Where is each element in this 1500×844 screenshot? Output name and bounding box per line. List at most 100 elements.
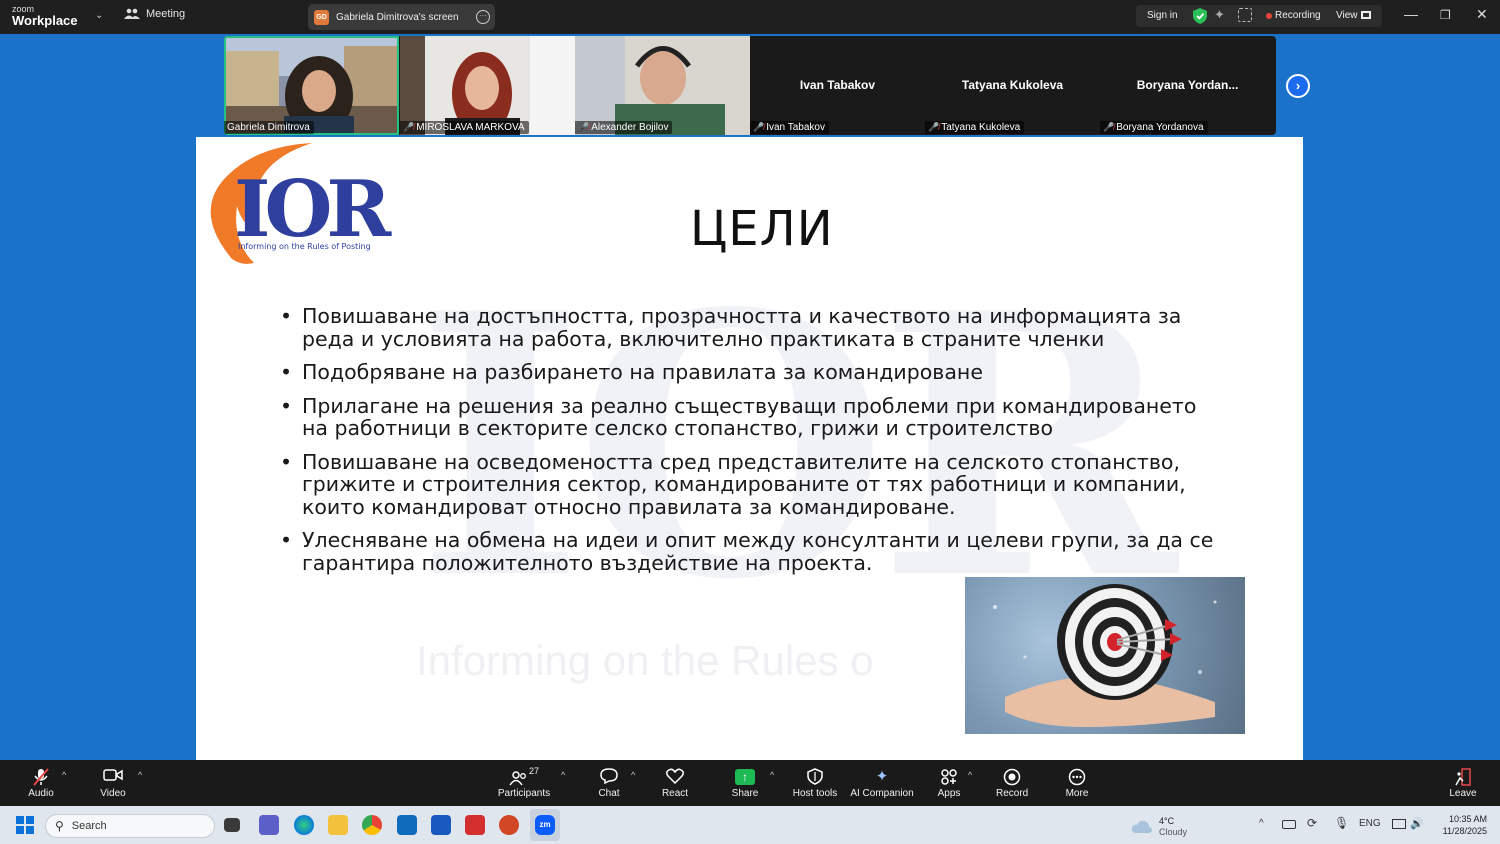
participant-name: 🎤̸ Boryana Yordanova (1100, 121, 1208, 134)
presenter-avatar: GD (314, 9, 329, 25)
more-options-icon[interactable]: ··· (476, 10, 490, 24)
video-tile-boryana[interactable]: Boryana Yordan... 🎤̸ Boryana Yordanova (1100, 36, 1275, 135)
system-clock[interactable]: 10:35 AM 11/28/2025 (1433, 813, 1487, 837)
screen-share-indicator[interactable]: GD Gabriela Dimitrova's screen ··· (308, 4, 495, 30)
chat-options-caret[interactable]: ^ (631, 770, 635, 780)
more-button[interactable]: More (1062, 768, 1092, 799)
weather-temp: 4°C (1159, 816, 1175, 826)
zoom-app-icon[interactable]: zm (535, 815, 555, 835)
word-icon[interactable] (431, 815, 451, 835)
zoom-workplace-logo[interactable]: zoom Workplace (12, 4, 78, 27)
display-icon[interactable] (1392, 819, 1406, 829)
acrobat-icon[interactable] (465, 815, 485, 835)
minimize-button[interactable]: — (1404, 6, 1418, 22)
participant-name: 🎤̸ Alexander Bojilov (575, 121, 673, 134)
weather-widget[interactable]: 4°C Cloudy (1131, 816, 1187, 838)
task-view-icon[interactable] (224, 818, 240, 832)
muted-mic-icon: 🎤̸ (928, 122, 940, 132)
video-button[interactable]: Video (98, 768, 128, 799)
language-indicator[interactable]: ENG (1359, 818, 1381, 829)
participant-display-name: Tatyana Kukoleva (961, 78, 1064, 92)
keyboard-icon[interactable] (1282, 820, 1296, 829)
bullet-item: Повишаване на осведомеността сред предст… (280, 450, 1220, 519)
powerpoint-icon[interactable] (499, 815, 519, 835)
chevron-up-icon[interactable]: ^ (1259, 818, 1264, 829)
shared-slide: IOR Informing on the Rules o IOR Informi… (196, 137, 1303, 760)
mic-muted-icon (26, 768, 56, 788)
volume-icon[interactable]: 🔊 (1410, 817, 1424, 830)
participant-name: 🎤̸ Tatyana Kukoleva (925, 121, 1025, 134)
leave-button[interactable]: Leave (1448, 768, 1478, 799)
audio-button[interactable]: Audio (26, 768, 56, 799)
windows-start-icon[interactable] (16, 816, 34, 834)
apps-button[interactable]: Apps (934, 768, 964, 799)
video-tile-miroslava[interactable]: 🎤̸ MIROSLAVA MARKOVA (400, 36, 575, 135)
audio-label: Audio (28, 788, 54, 799)
react-button[interactable]: React (660, 768, 690, 799)
audio-options-caret[interactable]: ^ (62, 770, 66, 780)
logo-subtitle: Informing on the Rules of Posting (238, 242, 371, 251)
muted-mic-icon: 🎤̸ (403, 122, 415, 132)
sign-in-button[interactable]: Sign in (1147, 10, 1178, 21)
muted-mic-icon: 🎤̸ (578, 122, 590, 132)
outlook-icon[interactable] (397, 815, 417, 835)
participants-button[interactable]: 27 Participants (497, 766, 551, 799)
host-tools-button[interactable]: Host tools (792, 768, 838, 799)
clock-time: 10:35 AM (1448, 814, 1487, 824)
teams-icon[interactable] (259, 815, 279, 835)
clock-date: 11/28/2025 (1442, 826, 1487, 836)
weather-condition: Cloudy (1159, 827, 1188, 837)
video-tile-ivan[interactable]: Ivan Tabakov 🎤̸ Ivan Tabakov (750, 36, 925, 135)
video-tile-tatyana[interactable]: Tatyana Kukoleva 🎤̸ Tatyana Kukoleva (925, 36, 1100, 135)
heart-icon (660, 768, 690, 788)
share-screen-button[interactable]: ↑ Share (730, 768, 760, 799)
meeting-button[interactable]: Meeting (124, 8, 185, 20)
participants-options-caret[interactable]: ^ (561, 770, 565, 780)
bullet-item: Подобряване на разбирането на правилата … (280, 361, 1220, 384)
participant-gallery: Gabriela Dimitrova 🎤̸ MIROSLAVA MARKOVA 🎤… (224, 36, 1276, 135)
more-label: More (1065, 788, 1089, 799)
chrome-icon[interactable] (362, 815, 382, 835)
file-explorer-icon[interactable] (328, 815, 348, 835)
close-button[interactable]: ✕ (1476, 6, 1488, 23)
microphone-icon[interactable]: 🎙 (1334, 816, 1349, 830)
share-label: Gabriela Dimitrova's screen (336, 11, 459, 23)
restore-button[interactable]: ❐ (1440, 8, 1451, 22)
video-options-caret[interactable]: ^ (138, 770, 142, 780)
sync-icon[interactable]: ⟳ (1307, 816, 1317, 830)
gallery-next-button[interactable]: › (1286, 74, 1310, 98)
chevron-down-icon[interactable]: ⌄ (95, 10, 103, 21)
taskbar-search[interactable]: ⚲ Search (45, 814, 215, 838)
recording-status[interactable]: Recording (1275, 10, 1321, 21)
chat-button[interactable]: Chat (594, 768, 624, 799)
more-dots-icon (1062, 768, 1092, 788)
chat-label: Chat (598, 788, 620, 799)
shield-icon (792, 768, 838, 788)
meeting-label: Meeting (146, 8, 186, 20)
video-tile-alexander[interactable]: 🎤̸ Alexander Bojilov (575, 36, 750, 135)
recording-dot-icon (1266, 13, 1272, 19)
ior-logo: IOR Informing on the Rules of Posting (210, 143, 392, 264)
grid-view-icon[interactable] (1361, 11, 1371, 19)
bullet-item: Прилагане на решения за реално съществув… (280, 394, 1220, 440)
participant-display-name: Ivan Tabakov (799, 78, 876, 92)
video-camera-icon (98, 768, 128, 788)
chat-bubble-icon (594, 768, 624, 788)
search-placeholder: Search (71, 820, 107, 832)
edge-icon[interactable] (294, 815, 314, 835)
participant-name: 🎤̸ Ivan Tabakov (750, 121, 829, 134)
bullet-list: Повишаване на достъпността, прозрачностт… (280, 305, 1220, 585)
apps-label: Apps (937, 788, 961, 799)
screenshot-icon[interactable] (1238, 8, 1252, 22)
chevron-right-icon: › (1295, 78, 1301, 93)
encryption-shield-icon[interactable] (1193, 8, 1207, 24)
video-tile-gabriela[interactable]: Gabriela Dimitrova (224, 36, 399, 135)
view-button[interactable]: View (1336, 10, 1358, 21)
ai-companion-button[interactable]: ✦ AI Companion (850, 768, 914, 799)
meeting-controls-bar: Audio ^ Video ^ 27 Participants ^ Chat ^… (0, 760, 1500, 806)
share-options-caret[interactable]: ^ (770, 770, 774, 780)
ai-sparkle-icon[interactable]: ✦ (1214, 7, 1225, 23)
apps-options-caret[interactable]: ^ (968, 770, 972, 780)
record-button[interactable]: Record (996, 768, 1028, 799)
title-bar: zoom Workplace ⌄ Meeting GD Gabriela Dim… (0, 0, 1500, 34)
